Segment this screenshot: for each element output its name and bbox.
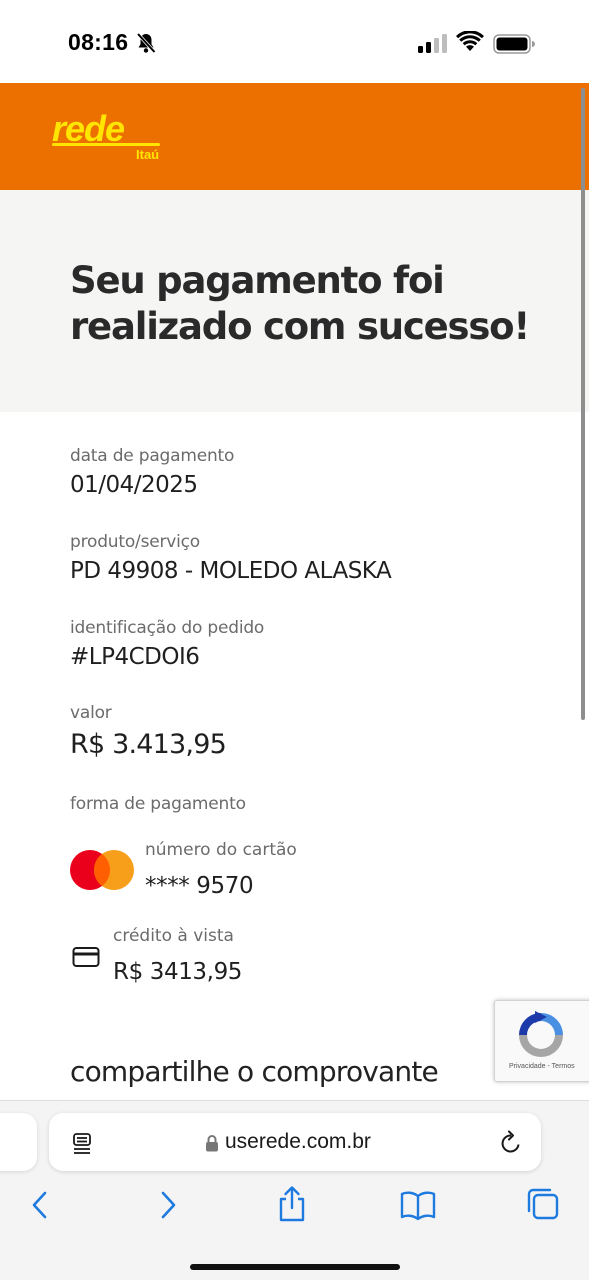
battery-icon [493,34,535,58]
payment-date-field: data de pagamento 01/04/2025 [70,446,234,498]
reload-icon[interactable] [499,1130,523,1160]
amount-label: valor [70,703,112,723]
credit-card-icon [72,946,100,972]
card-number-value: **** 9570 [145,873,254,899]
recaptcha-links[interactable]: Privacidade - Termos [509,1063,575,1070]
recaptcha-badge[interactable]: Privacidade - Termos [494,1000,589,1082]
logo-sub: Itaú [136,147,160,162]
status-time: 08:16 [68,29,129,55]
page-title: Seu pagamento foi realizado com sucesso! [70,259,530,348]
order-id-field: identificação do pedido #LP4CDOI6 [70,618,264,670]
amount-field: valor R$ 3.413,95 [70,703,227,760]
logo-underline [52,143,160,146]
url-text[interactable]: userede.com.br [225,1130,371,1154]
payment-method-field: forma de pagamento [70,794,246,814]
status-bar: 08:16 [0,0,589,84]
home-indicator[interactable] [190,1264,400,1270]
brand-header: rede Itaú [0,83,589,190]
forward-icon[interactable] [158,1189,178,1225]
lock-icon [205,1134,219,1156]
credit-row: crédito à vista R$ 3413,95 [70,926,370,996]
product-value: PD 49908 - MOLEDO ALASKA [70,558,392,584]
order-id-value: #LP4CDOI6 [70,644,200,670]
payment-date-value: 01/04/2025 [70,472,198,498]
recaptcha-icon [515,1009,567,1065]
scrollbar[interactable] [581,88,585,720]
order-id-label: identificação do pedido [70,618,265,638]
success-hero: Seu pagamento foi realizado com sucesso! [0,190,589,412]
mastercard-icon [70,848,134,892]
card-number-row: número do cartão **** 9570 [70,840,370,910]
address-bar[interactable]: userede.com.br [49,1113,541,1171]
credit-block: crédito à vista R$ 3413,95 [113,926,242,985]
page-menu-icon[interactable] [71,1131,95,1159]
wifi-icon [456,30,484,57]
tabs-icon[interactable] [526,1187,560,1225]
payment-method-label: forma de pagamento [70,794,246,814]
bookmarks-icon[interactable] [400,1189,436,1225]
product-field: produto/serviço PD 49908 - MOLEDO ALASKA [70,532,392,584]
rede-logo[interactable]: rede Itaú [52,111,160,162]
share-receipt-title: compartilhe o comprovante [70,1055,439,1088]
back-icon[interactable] [30,1189,50,1225]
previous-tab-preview[interactable] [0,1113,37,1171]
amount-value: R$ 3.413,95 [70,729,227,760]
product-label: produto/serviço [70,532,201,552]
payment-date-label: data de pagamento [70,446,235,466]
browser-bottom-bar: userede.com.br [0,1100,589,1280]
credit-label: crédito à vista [113,926,234,946]
credit-value: R$ 3413,95 [113,959,243,985]
share-icon[interactable] [276,1185,308,1227]
card-number-block: número do cartão **** 9570 [145,840,297,899]
cellular-signal-icon [418,33,448,53]
card-number-label: número do cartão [145,840,297,860]
bell-slash-icon [136,32,156,58]
